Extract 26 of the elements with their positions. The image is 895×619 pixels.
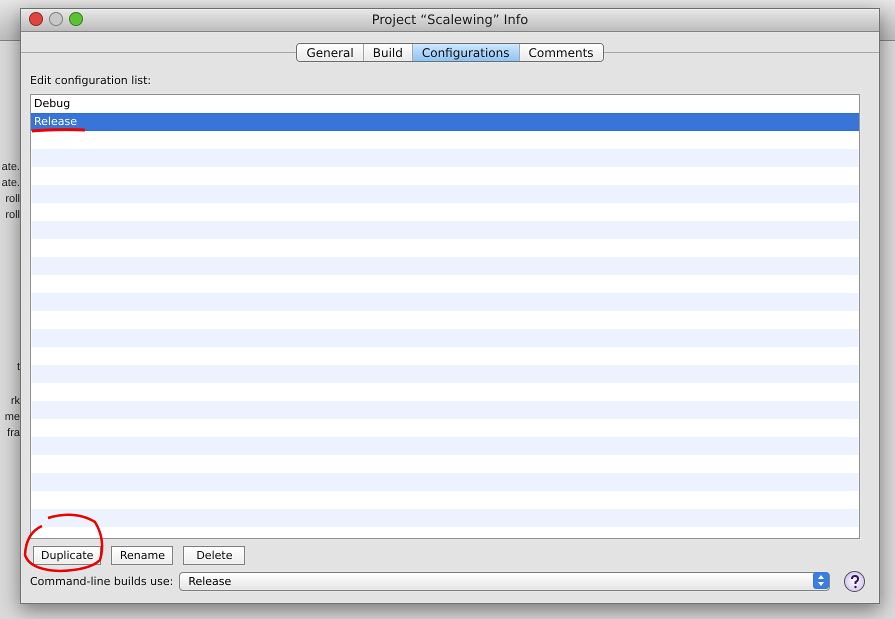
minimize-button[interactable]	[49, 12, 63, 26]
action-button[interactable]: Duplicate	[33, 546, 102, 565]
tab[interactable]: General	[297, 44, 363, 61]
sidebar-text: roll	[4, 208, 20, 223]
sidebar-text: ate.	[0, 176, 20, 191]
sidebar-text: t	[16, 360, 20, 375]
tab[interactable]: Build	[362, 44, 412, 61]
sidebar-text: me	[4, 410, 20, 425]
tab[interactable]: Comments	[518, 44, 603, 61]
command-line-label: Command-line builds use:	[30, 575, 174, 588]
tab[interactable]: Configurations	[412, 44, 518, 61]
list-row[interactable]: Release	[31, 113, 859, 131]
action-button[interactable]: Rename	[111, 546, 174, 565]
configuration-popup[interactable]: Release	[179, 572, 830, 591]
sidebar-text: roll	[4, 192, 20, 207]
window-title: Project “Scalewing” Info	[372, 12, 528, 28]
help-icon[interactable]	[844, 571, 865, 592]
zoom-button[interactable]	[69, 12, 83, 26]
close-button[interactable]	[29, 12, 43, 26]
sidebar-text: rk	[10, 394, 20, 409]
action-button[interactable]: Delete	[183, 546, 246, 565]
list-label: Edit configuration list:	[30, 74, 152, 87]
sidebar-text: fra	[6, 426, 20, 441]
sidebar-text: ate.	[0, 160, 20, 175]
annotation-underline	[32, 128, 86, 132]
stepper-icon	[813, 572, 829, 589]
